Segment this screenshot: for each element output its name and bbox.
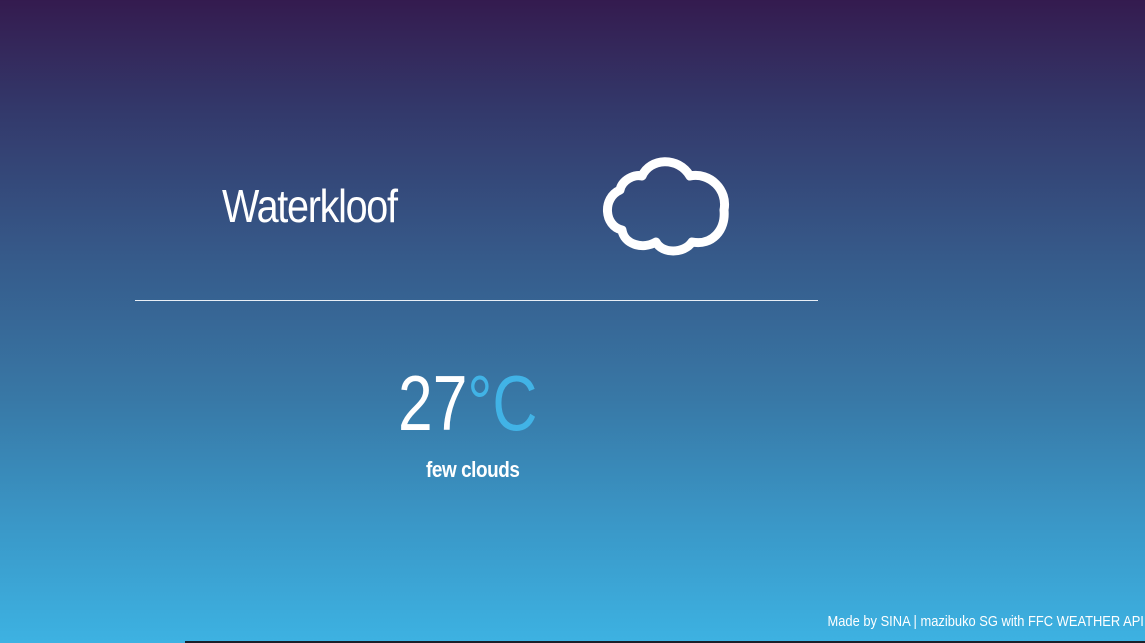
footer-credit: Made by SINA | mazibuko SG with FFC WEAT…: [827, 613, 1144, 630]
temperature-display: 27°C: [398, 360, 537, 446]
temperature-value: 27: [398, 359, 468, 447]
temperature-unit: °C: [467, 359, 538, 447]
city-name: Waterkloof: [222, 180, 398, 232]
divider: [135, 300, 818, 301]
cloud-icon: [600, 154, 730, 258]
weather-description: few clouds: [426, 457, 520, 482]
